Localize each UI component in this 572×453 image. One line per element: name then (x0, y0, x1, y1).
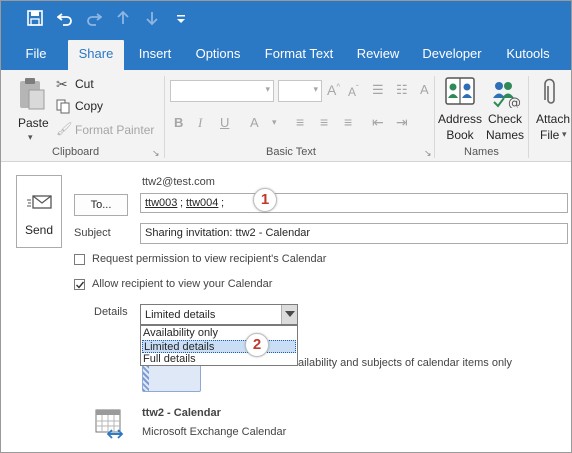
window-frame (0, 0, 572, 453)
